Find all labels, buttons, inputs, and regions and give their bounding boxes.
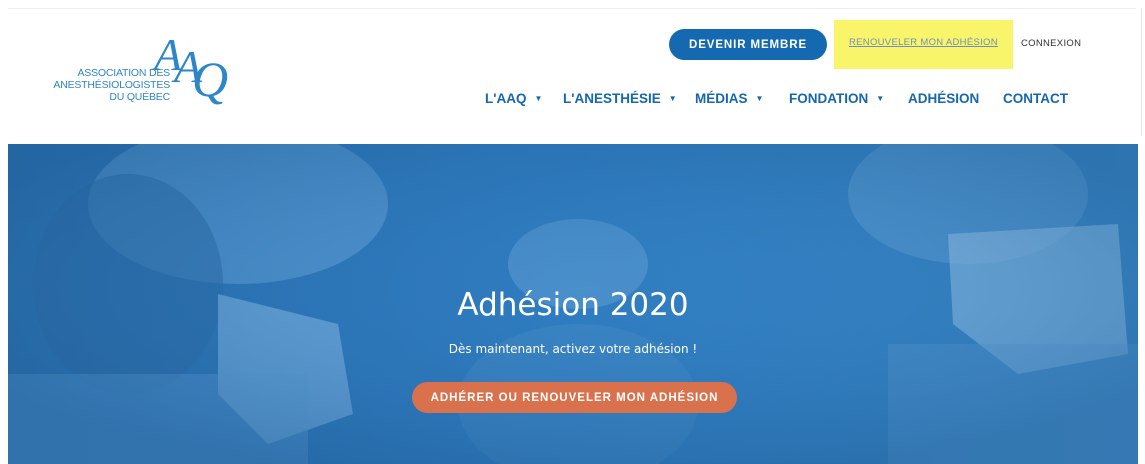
become-member-button[interactable]: DEVENIR MEMBRE (669, 29, 827, 60)
nav-item-aaq[interactable]: L'AAQ ▼ (485, 88, 542, 108)
hero-subtitle: Dès maintenant, activez votre adhésion ! (448, 342, 698, 356)
nav-item-adhesion[interactable]: ADHÉSION (908, 88, 979, 108)
logo-text-line-3: DU QUÉBEC (109, 91, 170, 103)
caret-down-icon: ▼ (534, 94, 543, 103)
nav-item-fondation[interactable]: FONDATION ▼ (789, 88, 884, 108)
nav-item-label: CONTACT (1003, 90, 1068, 106)
join-renew-button[interactable]: ADHÉRER OU RENOUVELER MON ADHÉSION (412, 382, 737, 413)
login-link[interactable]: CONNEXION (1021, 38, 1081, 49)
nav-item-medias[interactable]: MÉDIAS ▼ (695, 88, 763, 108)
nav-item-contact[interactable]: CONTACT (1003, 88, 1068, 108)
nav-item-label: ADHÉSION (908, 90, 980, 106)
hero-banner: Adhésion 2020 Dès maintenant, activez vo… (8, 144, 1138, 464)
caret-down-icon: ▼ (668, 94, 677, 103)
logo-text-line-2: ANESTHÉSIOLOGISTES (53, 79, 170, 91)
logo-letter-q: Q (192, 51, 228, 107)
nav-item-label: L'AAQ (485, 90, 527, 106)
nav-item-label: FONDATION (789, 90, 869, 106)
caret-down-icon: ▼ (755, 94, 764, 103)
logo-text-line-1: ASSOCIATION DES (77, 67, 171, 79)
header-edge-divider (1141, 8, 1142, 136)
site-header: A A Q ASSOCIATION DES ANESTHÉSIOLOGISTES… (0, 0, 1145, 144)
nav-item-anesthesie[interactable]: L'ANESTHÉSIE ▼ (563, 88, 677, 108)
nav-item-label: MÉDIAS (695, 90, 748, 106)
renew-membership-link[interactable]: RENOUVELER MON ADHÉSION (849, 37, 998, 48)
header-top-divider (8, 8, 1136, 9)
site-logo[interactable]: A A Q ASSOCIATION DES ANESTHÉSIOLOGISTES… (52, 22, 252, 112)
nav-item-label: L'ANESTHÉSIE (563, 90, 661, 106)
caret-down-icon: ▼ (876, 94, 885, 103)
hero-title: Adhésion 2020 (457, 287, 689, 323)
